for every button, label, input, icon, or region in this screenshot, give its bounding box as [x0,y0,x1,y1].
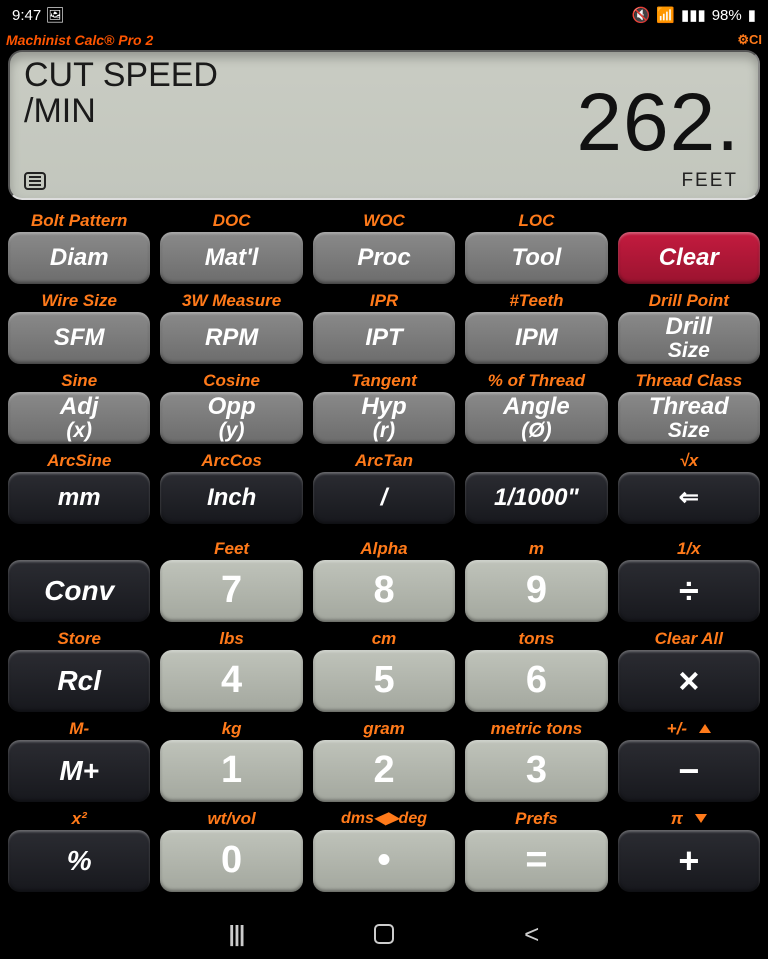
key-upper-label: metric tons [465,718,607,740]
status-right: 🔇 📶 ▮▮▮ 98% ▮ [632,6,756,24]
key-upper-label: ArcSine [8,450,150,472]
key-upper-label: Store [8,628,150,650]
key-upper-label: Clear All [618,628,760,650]
status-time: 9:47 🖼 [12,6,64,24]
key-ipm[interactable]: IPM [465,312,607,364]
key-upper-label: √x [618,450,760,472]
key-clear[interactable]: Clear [618,232,760,284]
key-9[interactable]: 9 [465,560,607,622]
display-unit: FEET [681,170,738,192]
key-diam[interactable]: Diam [8,232,150,284]
key--[interactable]: × [618,650,760,712]
key-rpm[interactable]: RPM [160,312,302,364]
key-3[interactable]: 3 [465,740,607,802]
key-upper-label: π [618,808,760,830]
key-upper-label: Alpha [313,538,455,560]
key-upper-label: ArcTan [313,450,455,472]
key-0[interactable]: 0 [160,830,302,892]
status-bar: 9:47 🖼 🔇 📶 ▮▮▮ 98% ▮ [0,0,768,30]
key-conv[interactable]: Conv [8,560,150,622]
key--[interactable]: + [618,830,760,892]
key-upper-label: x² [8,808,150,830]
key-upper-label: 3W Measure [160,290,302,312]
key-upper-label: Wire Size [8,290,150,312]
key-upper-label: cm [313,628,455,650]
key-mat-l[interactable]: Mat'l [160,232,302,284]
key-tool[interactable]: Tool [465,232,607,284]
key--[interactable]: • [313,830,455,892]
key-upper-label: Feet [160,538,302,560]
key-6[interactable]: 6 [465,650,607,712]
key-upper-label: Drill Point [618,290,760,312]
app-brand: Machinist Calc® Pro 2 ⚙CI [0,30,768,50]
key-adj[interactable]: Adj(x) [8,392,150,444]
key-2[interactable]: 2 [313,740,455,802]
key-8[interactable]: 8 [313,560,455,622]
mute-icon: 🔇 [632,6,651,24]
key-1[interactable]: 1 [160,740,302,802]
key--[interactable]: − [618,740,760,802]
key-m-[interactable]: M+ [8,740,150,802]
key-rcl[interactable]: Rcl [8,650,150,712]
key-upper-label: ArcCos [160,450,302,472]
key-upper-label: #Teeth [465,290,607,312]
key-upper-label: Cosine [160,370,302,392]
key-upper-label: Bolt Pattern [8,210,150,232]
key--[interactable]: ÷ [618,560,760,622]
key-mm[interactable]: mm [8,472,150,524]
calculator-display: CUT SPEED /MIN 262. FEET [8,50,760,200]
key-upper-label: kg [160,718,302,740]
key-proc[interactable]: Proc [313,232,455,284]
wifi-icon: 📶 [656,6,675,24]
key--[interactable]: % [8,830,150,892]
key-upper-label: IPR [313,290,455,312]
key-upper-label: LOC [465,210,607,232]
key-drill[interactable]: DrillSize [618,312,760,364]
key-sfm[interactable]: SFM [8,312,150,364]
key-upper-label: % of Thread [465,370,607,392]
key-upper-label: gram [313,718,455,740]
key-ipt[interactable]: IPT [313,312,455,364]
display-value: 262. [576,76,740,170]
nav-recent-button[interactable]: ||| [229,921,244,947]
numeric-keypad: Conv Feet7 Alpha8m9 1/x÷ StoreRcllbs4 cm5 tons… [0,534,768,902]
key-angle[interactable]: Angle(Ø) [465,392,607,444]
key--[interactable]: ⇐ [618,472,760,524]
menu-icon[interactable] [24,172,46,190]
android-navbar: ||| < [0,909,768,959]
key-hyp[interactable]: Hyp(r) [313,392,455,444]
key-upper-label: wt/vol [160,808,302,830]
function-keypad: Bolt PatternDiam DOCMat'l WOCProc LOCToolCl… [0,206,768,534]
key-upper-label: m [465,538,607,560]
key--[interactable]: / [313,472,455,524]
key-upper-label [618,210,760,232]
key-upper-label [465,450,607,472]
key-thread[interactable]: ThreadSize [618,392,760,444]
key-upper-label: Tangent [313,370,455,392]
signal-icon: ▮▮▮ [681,6,706,24]
key-upper-label: +/- [618,718,760,740]
key--[interactable]: = [465,830,607,892]
key-upper-label: Prefs [465,808,607,830]
key-upper-label: lbs [160,628,302,650]
key-5[interactable]: 5 [313,650,455,712]
key-upper-label: tons [465,628,607,650]
key-upper-label: Sine [8,370,150,392]
key-upper-label: Thread Class [618,370,760,392]
key-4[interactable]: 4 [160,650,302,712]
key-upper-label: WOC [313,210,455,232]
key-upper-label: DOC [160,210,302,232]
battery-icon: ▮ [748,6,756,24]
key-1-1000-[interactable]: 1/1000" [465,472,607,524]
key-upper-label: M- [8,718,150,740]
nav-home-button[interactable] [374,924,394,944]
key-upper-label: 1/x [618,538,760,560]
key-upper-label [8,538,150,560]
nav-back-button[interactable]: < [524,919,539,950]
key-upper-label: dms◀▶deg [313,808,455,830]
key-7[interactable]: 7 [160,560,302,622]
battery-pct: 98% [712,7,742,24]
key-opp[interactable]: Opp(y) [160,392,302,444]
key-inch[interactable]: Inch [160,472,302,524]
